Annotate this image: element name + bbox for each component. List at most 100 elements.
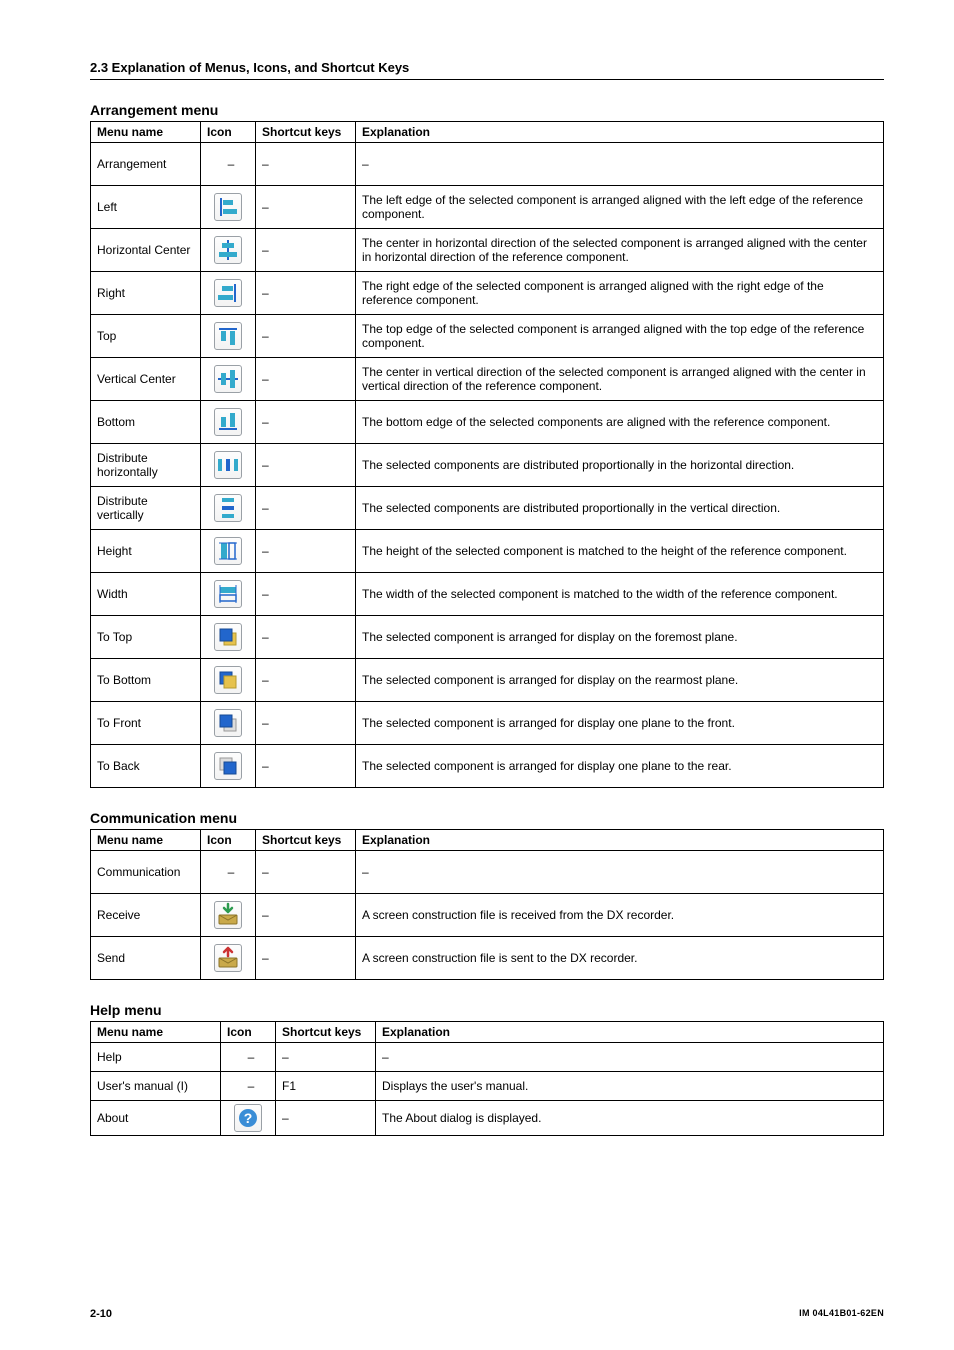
- receive-icon: [214, 901, 242, 929]
- explanation-cell: The left edge of the selected component …: [356, 186, 884, 229]
- menu-name-cell: User's manual (I): [91, 1072, 221, 1101]
- explanation-cell: The right edge of the selected component…: [356, 272, 884, 315]
- shortcut-cell: –: [256, 401, 356, 444]
- explanation-cell: The selected component is arranged for d…: [356, 702, 884, 745]
- th-icon: Icon: [201, 830, 256, 851]
- explanation-cell: The selected component is arranged for d…: [356, 616, 884, 659]
- shortcut-cell: –: [256, 573, 356, 616]
- shortcut-cell: –: [256, 272, 356, 315]
- table-row: Distribute vertically–The selected compo…: [91, 487, 884, 530]
- th-explanation: Explanation: [376, 1022, 884, 1043]
- explanation-cell: The selected component is arranged for d…: [356, 659, 884, 702]
- menu-name-cell: To Top: [91, 616, 201, 659]
- th-shortcut: Shortcut keys: [256, 122, 356, 143]
- table-row: User's manual (I)–F1Displays the user's …: [91, 1072, 884, 1101]
- explanation-cell: The center in horizontal direction of th…: [356, 229, 884, 272]
- icon-cell: [201, 745, 256, 788]
- menu-name-cell: Top: [91, 315, 201, 358]
- table-row: To Bottom –The selected component is arra…: [91, 659, 884, 702]
- explanation-cell: The selected components are distributed …: [356, 487, 884, 530]
- shortcut-cell: –: [256, 851, 356, 894]
- to-bottom-icon: [214, 666, 242, 694]
- menu-name-cell: Left: [91, 186, 201, 229]
- icon-cell: [201, 894, 256, 937]
- menu-name-cell: About: [91, 1101, 221, 1136]
- explanation-cell: The selected component is arranged for d…: [356, 745, 884, 788]
- shortcut-cell: –: [256, 186, 356, 229]
- shortcut-cell: –: [256, 315, 356, 358]
- icon-cell: [201, 444, 256, 487]
- table-row: Send–A screen construction file is sent …: [91, 937, 884, 980]
- align-vcenter-icon: [214, 365, 242, 393]
- doc-id: IM 04L41B01-62EN: [799, 1308, 884, 1320]
- th-name: Menu name: [91, 830, 201, 851]
- table-row: Vertical Center –The center in vertical d…: [91, 358, 884, 401]
- explanation-cell: The selected components are distributed …: [356, 444, 884, 487]
- table-row: To Front –The selected component is arran…: [91, 702, 884, 745]
- menu-name-cell: Receive: [91, 894, 201, 937]
- dist-v-icon: [214, 494, 242, 522]
- menu-name-cell: Help: [91, 1043, 221, 1072]
- explanation-cell: A screen construction file is received f…: [356, 894, 884, 937]
- icon-cell: [201, 530, 256, 573]
- table-row: Receive –A screen construction file is re…: [91, 894, 884, 937]
- explanation-cell: Displays the user's manual.: [376, 1072, 884, 1101]
- menu-name-cell: Right: [91, 272, 201, 315]
- icon-cell: [201, 229, 256, 272]
- shortcut-cell: –: [276, 1101, 376, 1136]
- to-top-icon: [214, 623, 242, 651]
- menu-name-cell: Arrangement: [91, 143, 201, 186]
- menu-name-cell: Width: [91, 573, 201, 616]
- table-row: Top–The top edge of the selected compone…: [91, 315, 884, 358]
- table-row: Height–The height of the selected compon…: [91, 530, 884, 573]
- menu-name-cell: Distribute vertically: [91, 487, 201, 530]
- shortcut-cell: F1: [276, 1072, 376, 1101]
- arrangement-table: Menu name Icon Shortcut keys Explanation…: [90, 121, 884, 788]
- table-row: Width –The width of the selected componen…: [91, 573, 884, 616]
- explanation-cell: The center in vertical direction of the …: [356, 358, 884, 401]
- icon-cell: [201, 358, 256, 401]
- explanation-cell: A screen construction file is sent to th…: [356, 937, 884, 980]
- menu-name-cell: Vertical Center: [91, 358, 201, 401]
- table-row: About?–The About dialog is displayed.: [91, 1101, 884, 1136]
- align-right-icon: [214, 279, 242, 307]
- shortcut-cell: –: [256, 229, 356, 272]
- shortcut-cell: –: [256, 745, 356, 788]
- icon-cell: [201, 401, 256, 444]
- menu-name-cell: To Front: [91, 702, 201, 745]
- table-row: Communication–––: [91, 851, 884, 894]
- icon-cell: –: [221, 1072, 276, 1101]
- icon-cell: [201, 186, 256, 229]
- th-shortcut: Shortcut keys: [276, 1022, 376, 1043]
- shortcut-cell: –: [256, 659, 356, 702]
- shortcut-cell: –: [256, 358, 356, 401]
- page-number: 2-10: [90, 1308, 112, 1320]
- shortcut-cell: –: [256, 702, 356, 745]
- menu-name-cell: To Bottom: [91, 659, 201, 702]
- th-explanation: Explanation: [356, 830, 884, 851]
- icon-cell: ?: [221, 1101, 276, 1136]
- align-bottom-icon: [214, 408, 242, 436]
- align-left-icon: [214, 193, 242, 221]
- th-explanation: Explanation: [356, 122, 884, 143]
- shortcut-cell: –: [256, 444, 356, 487]
- arrangement-title: Arrangement menu: [90, 102, 884, 118]
- table-row: Left –The left edge of the selected compo…: [91, 186, 884, 229]
- shortcut-cell: –: [256, 530, 356, 573]
- menu-name-cell: Bottom: [91, 401, 201, 444]
- th-icon: Icon: [201, 122, 256, 143]
- icon-cell: [201, 272, 256, 315]
- shortcut-cell: –: [256, 894, 356, 937]
- shortcut-cell: –: [256, 143, 356, 186]
- align-hcenter-icon: [214, 236, 242, 264]
- menu-name-cell: Distribute horizontally: [91, 444, 201, 487]
- menu-name-cell: Send: [91, 937, 201, 980]
- shortcut-cell: –: [256, 616, 356, 659]
- th-name: Menu name: [91, 122, 201, 143]
- explanation-cell: The width of the selected component is m…: [356, 573, 884, 616]
- th-name: Menu name: [91, 1022, 221, 1043]
- send-icon: [214, 944, 242, 972]
- explanation-cell: –: [356, 851, 884, 894]
- table-row: To Top –The selected component is arrange…: [91, 616, 884, 659]
- explanation-cell: The bottom edge of the selected componen…: [356, 401, 884, 444]
